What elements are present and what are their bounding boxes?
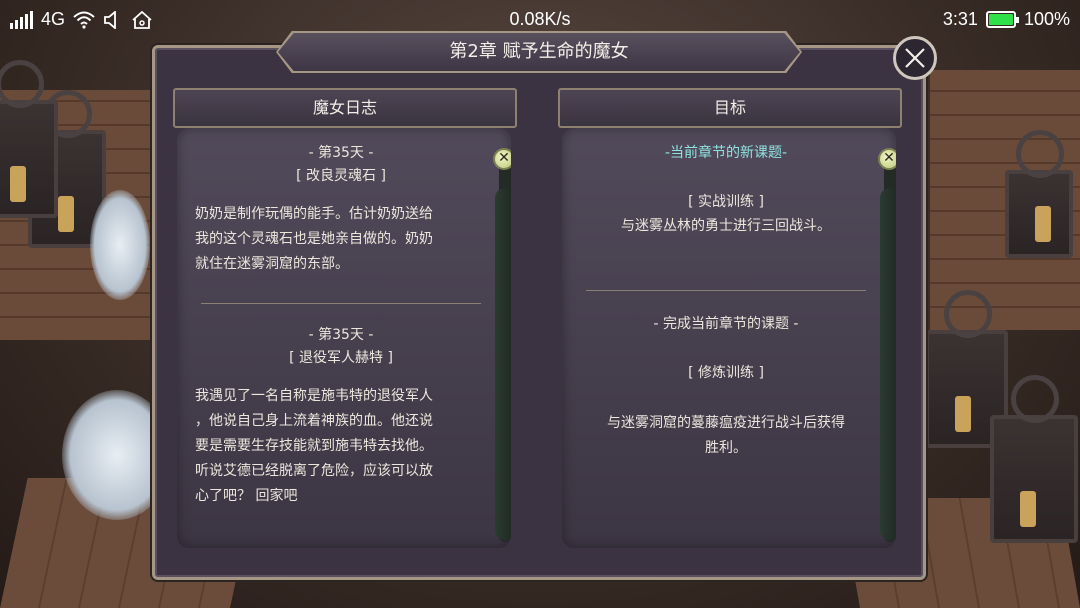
close-button[interactable] [893,36,937,80]
journal-scroll-close-icon[interactable]: ✕ [493,148,511,170]
text-line: 我的这个灵魂石也是她亲自做的。奶奶 [195,231,433,247]
journal-column: 魔女日志 - 第35天 - [ 改良灵魂石 ] 奶奶是制作玩偶的能手。估计奶奶送… [173,88,517,558]
lantern-right-3 [990,375,1078,543]
entry-divider [201,303,481,304]
clock: 3:31 [942,9,978,29]
text-line: 听说艾德已经脱离了危险，应该可以放 [195,463,433,479]
ghost-figure-small [90,190,150,300]
text-line: 胜利。 [705,440,747,456]
journal-body[interactable]: - 第35天 - [ 改良灵魂石 ] 奶奶是制作玩偶的能手。估计奶奶送给 我的这… [177,128,511,548]
objectives-content: -当前章节的新课题- [ 实战训练 ] 与迷雾丛林的勇士进行三回战斗。 - 完成… [580,128,872,520]
task-tag: [ 修炼训练 ] [688,365,764,381]
battery-icon [985,11,1019,28]
journal-entry-tag: [ 改良灵魂石 ] [296,168,386,184]
objectives-column: 目标 -当前章节的新课题- [ 实战训练 ] 与迷雾丛林的勇士进行三回战斗。 -… [558,88,902,558]
battery-percent: 100% [1023,9,1070,29]
journal-entry-day: - 第35天 - [308,145,374,161]
objectives-header: 目标 [558,88,902,128]
task-description: 与迷雾洞窟的蔓藤瘟疫进行战斗后获得 胜利。 [580,411,872,461]
close-icon [905,48,925,68]
objectives-body[interactable]: -当前章节的新课题- [ 实战训练 ] 与迷雾丛林的勇士进行三回战斗。 - 完成… [562,128,896,548]
completed-task-heading: - 完成当前章节的课题 - [653,316,799,332]
text-line: 就住在迷雾洞窟的东部。 [195,256,349,272]
text-line: ，他说自己身上流着神族的血。他还说 [195,413,433,429]
text-line: 我遇见了一名自称是施韦特的退役军人 [195,388,433,404]
text-line: 与迷雾洞窟的蔓藤瘟疫进行战斗后获得 [607,415,845,431]
new-task-heading: -当前章节的新课题- [664,145,788,161]
journal-scroll-thumb[interactable] [495,188,511,540]
task-tag: [ 实战训练 ] [688,194,764,210]
journal-header: 魔女日志 [173,88,517,128]
objectives-scroll-close-icon[interactable]: ✕ [878,148,896,170]
lantern-right-1 [1005,130,1073,258]
lantern-left-2 [0,60,58,218]
network-speed: 0.08K/s [509,9,571,29]
text-line: 要是需要生存技能就到施韦特去找他。 [195,438,433,454]
status-bar: 4G 0.08K/s 3:31 100% [0,0,1080,40]
task-description: 与迷雾丛林的勇士进行三回战斗。 [621,218,831,234]
journal-entry-text: 奶奶是制作玩偶的能手。估计奶奶送给 我的这个灵魂石也是她亲自做的。奶奶 就住在迷… [195,202,487,277]
journal-entry-tag: [ 退役军人赫特 ] [289,350,393,366]
text-line: 心了吧？ 回家吧 [195,488,298,504]
journal-entry-text: 我遇见了一名自称是施韦特的退役军人 ，他说自己身上流着神族的血。他还说 要是需要… [195,384,487,509]
journal-content: - 第35天 - [ 改良灵魂石 ] 奶奶是制作玩偶的能手。估计奶奶送给 我的这… [195,128,487,520]
text-line: 奶奶是制作玩偶的能手。估计奶奶送给 [195,206,433,222]
objectives-scroll-thumb[interactable] [880,188,896,540]
section-divider [586,290,866,291]
journal-entry-day: - 第35天 - [308,327,374,343]
